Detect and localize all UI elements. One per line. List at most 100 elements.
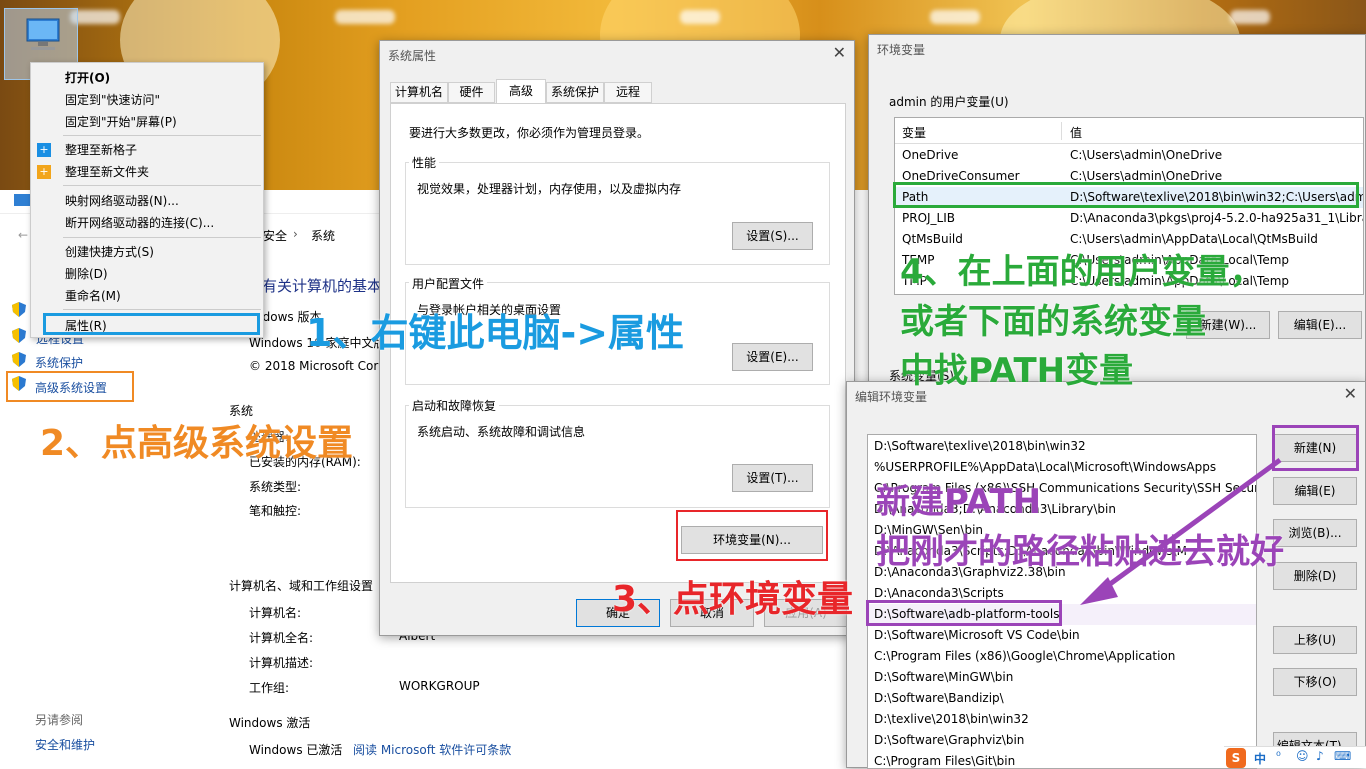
column-divider (1061, 122, 1062, 140)
list-item[interactable]: D:\Software\Graphviz\bin (868, 730, 1256, 751)
arrow-icon (1080, 457, 1282, 605)
var-value: C:\Users\admin\OneDrive (1070, 148, 1223, 162)
pen-touch-label: 笔和触控: (249, 504, 302, 518)
highlight-env-button (676, 510, 828, 561)
tab-label: 系统保护 (550, 85, 599, 99)
menu-map-drive[interactable]: 映射网络驱动器(N)... (65, 192, 179, 209)
menu-create-shortcut[interactable]: 创建快捷方式(S) (65, 243, 154, 260)
user-vars-group-label: admin 的用户变量(U) (889, 95, 1009, 109)
emoji-icon: ☺ (1296, 749, 1309, 763)
shield-icon (12, 302, 26, 317)
ime-lang: 中 (1254, 752, 1267, 766)
mic-icon: ♪ (1316, 749, 1324, 763)
menu-new-grid[interactable]: 整理至新格子 (65, 141, 137, 158)
workgroup-value: WORKGROUP (399, 679, 480, 693)
performance-settings-button[interactable]: 设置(S)... (732, 222, 813, 250)
tab-advanced[interactable]: 高级 (496, 79, 546, 104)
admin-note: 要进行大多数更改，你必须作为管理员登录。 (409, 126, 650, 140)
context-menu: 打开(O) 固定到"快速访问" 固定到"开始"屏幕(P) + 整理至新格子 + … (30, 62, 264, 338)
breadcrumb-separator-icon: › (293, 227, 298, 241)
startup-settings-button[interactable]: 设置(T)... (732, 464, 813, 492)
ime-toolbar[interactable]: S 中 ⁰ ☺ ♪ ⌨ (1224, 746, 1366, 768)
see-also-label: 另请参阅 (35, 713, 84, 727)
annotation-step2: 2、点高级系统设置 (40, 423, 354, 464)
table-row[interactable]: PROJ_LIB D:\Anaconda3\pkgs\proj4-5.2.0-ha… (895, 208, 1363, 229)
tab-remote[interactable]: 远程 (604, 82, 652, 103)
annotation-step3: 3、点环境变量 (612, 579, 854, 620)
shield-icon (12, 352, 26, 367)
highlight-advanced-settings (6, 371, 134, 402)
user-profile-settings-button[interactable]: 设置(E)... (732, 343, 813, 371)
menu-new-folder[interactable]: 整理至新文件夹 (65, 163, 149, 180)
menu-divider (63, 309, 261, 310)
highlight-path-row (893, 182, 1359, 208)
menu-divider (63, 185, 261, 186)
full-name-label: 计算机全名: (249, 631, 314, 645)
nav-system-protection[interactable]: 系统保护 (35, 354, 83, 371)
var-name: PROJ_LIB (902, 211, 956, 225)
startup-recovery-title: 启动和故障恢复 (409, 397, 500, 414)
copyright-text: © 2018 Microsoft Cor (249, 359, 379, 373)
breadcrumb-security[interactable]: 安全 (263, 227, 287, 244)
startup-recovery-group (405, 405, 830, 508)
activated-label: Windows 已激活 (249, 743, 343, 757)
move-up-button[interactable]: 上移(U) (1273, 626, 1357, 654)
activation-section-title: Windows 激活 (229, 716, 311, 730)
tab-label: 远程 (615, 85, 640, 99)
column-value[interactable]: 值 (1070, 124, 1082, 141)
nav-back-arrow-icon[interactable]: ← (18, 228, 28, 242)
startup-recovery-desc: 系统启动、系统故障和调试信息 (417, 425, 586, 439)
menu-divider (63, 135, 261, 136)
table-row[interactable]: OneDrive C:\Users\admin\OneDrive (895, 145, 1363, 166)
computer-name-label: 计算机名: (249, 606, 302, 620)
shield-icon (12, 328, 26, 343)
menu-delete[interactable]: 删除(D) (65, 265, 108, 282)
annotation-step4-line2: 或者下面的系统变量 (900, 302, 1206, 342)
sogou-ime-icon: S (1226, 748, 1246, 768)
var-name: OneDrive (902, 148, 959, 162)
workgroup-label: 工作组: (249, 681, 290, 695)
annotation-step1: 1、右键此电脑->属性 (306, 311, 685, 355)
user-profile-title: 用户配置文件 (409, 275, 488, 292)
annotation-step5-line1: 新建PATH (876, 482, 1042, 522)
license-link[interactable]: 阅读 Microsoft 软件许可条款 (353, 741, 511, 758)
performance-title: 性能 (409, 154, 440, 171)
tab-label: 硬件 (459, 85, 484, 99)
list-item[interactable]: D:\Software\Bandizip\ (868, 688, 1256, 709)
column-variable[interactable]: 变量 (902, 124, 926, 141)
performance-desc: 视觉效果，处理器计划，内存使用，以及虚拟内存 (417, 182, 682, 196)
tab-computer-name[interactable]: 计算机名 (390, 82, 448, 103)
list-item[interactable]: D:\texlive\2018\bin\win32 (868, 709, 1256, 730)
var-value: D:\Anaconda3\pkgs\proj4-5.2.0-ha925a31_1… (1070, 211, 1363, 225)
list-item[interactable]: C:\Program Files\Git\bin (868, 751, 1256, 768)
keyboard-icon: ⌨ (1334, 749, 1352, 763)
annotation-step4-line1: 4、在上面的用户变量， (900, 252, 1264, 292)
highlight-properties (43, 313, 260, 335)
list-item[interactable]: D:\Software\MinGW\bin (868, 667, 1256, 688)
close-icon[interactable]: ✕ (833, 43, 846, 62)
tab-label: 计算机名 (394, 85, 443, 99)
dialog-title: 系统属性 (388, 49, 437, 63)
description-label: 计算机描述: (249, 656, 314, 670)
menu-open[interactable]: 打开(O) (65, 69, 110, 86)
security-maintenance-link[interactable]: 安全和维护 (35, 736, 95, 753)
menu-pin-start[interactable]: 固定到"开始"屏幕(P) (65, 113, 177, 130)
move-down-button[interactable]: 下移(O) (1273, 668, 1357, 696)
list-item[interactable]: D:\Software\Microsoft VS Code\bin (868, 625, 1256, 646)
computer-name-section-title: 计算机名、域和工作组设置 (229, 579, 374, 593)
control-panel-icon (14, 194, 30, 206)
tab-system-protection[interactable]: 系统保护 (546, 82, 604, 103)
list-item[interactable]: C:\Program Files (x86)\Google\Chrome\App… (868, 646, 1256, 667)
tab-label: 高级 (508, 84, 533, 98)
dialog-title: 环境变量 (877, 43, 926, 57)
menu-rename[interactable]: 重命名(M) (65, 287, 121, 304)
menu-disconnect-drive[interactable]: 断开网络驱动器的连接(C)... (65, 214, 214, 231)
breadcrumb-system[interactable]: 系统 (311, 227, 335, 244)
plus-icon: + (37, 143, 51, 157)
menu-pin-quick-access[interactable]: 固定到"快速访问" (65, 91, 160, 108)
close-icon[interactable]: ✕ (1344, 384, 1357, 403)
user-edit-button[interactable]: 编辑(E)... (1278, 311, 1362, 339)
tab-hardware[interactable]: 硬件 (448, 82, 495, 103)
list-header: 变量 值 (895, 118, 1363, 144)
list-item[interactable]: D:\Software\texlive\2018\bin\win32 (868, 436, 1256, 457)
